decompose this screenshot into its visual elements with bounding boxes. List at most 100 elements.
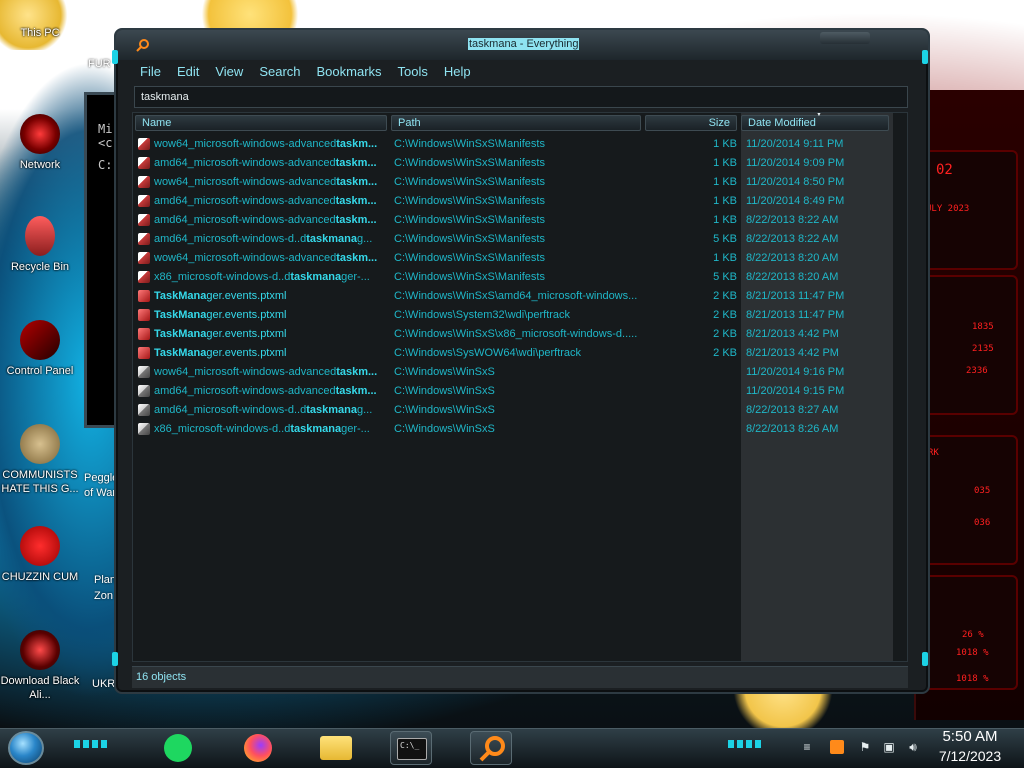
menu-file[interactable]: File <box>132 62 169 82</box>
result-name-match: taskm... <box>336 138 378 150</box>
network-icon <box>20 114 60 154</box>
menu-help[interactable]: Help <box>436 62 479 82</box>
action-center-flag-icon[interactable]: ⚑ <box>858 740 872 754</box>
alien-orb-icon <box>20 630 60 670</box>
menu-edit[interactable]: Edit <box>169 62 207 82</box>
result-name-match: taskm... <box>335 195 377 207</box>
result-path: C:\Windows\SysWOW64\wdi\perftrack <box>394 347 582 359</box>
menu-view[interactable]: View <box>207 62 251 82</box>
cmd-line: Mi <box>98 122 113 136</box>
result-date-modified: 8/22/2013 8:20 AM <box>746 271 839 283</box>
table-row[interactable]: TaskManager.events.ptxml C:\Windows\Syste… <box>133 306 893 325</box>
table-row[interactable]: amd64_microsoft-windows-advancedtaskm...… <box>133 192 893 211</box>
menu-bookmarks[interactable]: Bookmarks <box>309 62 390 82</box>
manifest-icon <box>138 195 150 207</box>
result-date-modified: 8/22/2013 8:26 AM <box>746 423 839 435</box>
table-row[interactable]: wow64_microsoft-windows-advancedtaskm...… <box>133 249 893 268</box>
result-path: C:\Windows\WinSxS <box>394 423 495 435</box>
result-name-match: taskmana <box>290 423 342 435</box>
desktop-icon-chuzzin[interactable]: CHUZZIN CUM <box>0 526 80 584</box>
rainmeter-widget-panel: 02 ULY 2023 1835 2135 2336 RK 035 036 26… <box>914 90 1024 720</box>
taskbar-accent <box>74 740 110 748</box>
column-header-size[interactable]: Size <box>645 115 737 131</box>
result-name: amd64_microsoft-windows-advancedtaskm... <box>154 157 386 169</box>
table-row[interactable]: x86_microsoft-windows-d..dtaskmanager-..… <box>133 268 893 287</box>
taskbar-everything[interactable] <box>470 731 512 765</box>
widget-value: 1018 % <box>956 674 989 684</box>
result-name-suffix: ger.events.ptxml <box>206 328 287 340</box>
table-row[interactable]: wow64_microsoft-windows-advancedtaskm...… <box>133 173 893 192</box>
desktop-icon-recycle-bin[interactable]: Recycle Bin <box>0 216 80 274</box>
everything-window[interactable]: taskmana - Everything File Edit View Sea… <box>112 28 930 694</box>
desktop-icon-control-panel[interactable]: Control Panel <box>0 320 80 378</box>
table-row[interactable]: amd64_microsoft-windows-advancedtaskm...… <box>133 211 893 230</box>
taskbar-firefox[interactable] <box>238 731 280 765</box>
menu-tools[interactable]: Tools <box>390 62 436 82</box>
table-row[interactable]: amd64_microsoft-windows-d..dtaskmanag...… <box>133 401 893 420</box>
status-object-count: 16 objects <box>136 671 187 683</box>
sort-descending-icon: ▼ <box>815 112 823 118</box>
desktop-icon-this-pc[interactable]: This PC <box>0 26 80 40</box>
ptxml-icon <box>138 290 150 302</box>
app-tray-icon[interactable] <box>830 740 844 754</box>
result-name: wow64_microsoft-windows-advancedtaskm... <box>154 138 386 150</box>
table-row[interactable]: TaskManager.events.ptxml C:\Windows\WinSx… <box>133 287 893 306</box>
result-name: TaskManager.events.ptxml <box>154 290 386 302</box>
result-name: x86_microsoft-windows-d..dtaskmanager-..… <box>154 271 386 283</box>
volume-icon[interactable]: 🔊︎ <box>906 740 920 754</box>
window-titlebar[interactable]: taskmana - Everything <box>116 30 928 60</box>
network-tray-icon[interactable]: ▣ <box>882 740 896 754</box>
taskbar-spotify[interactable] <box>158 731 200 765</box>
result-name-prefix: wow64_microsoft-windows-advanced <box>154 252 337 264</box>
desktop-icon-communists[interactable]: COMMUNISTS HATE THIS G... <box>0 424 80 496</box>
widget-value: 036 <box>974 518 991 528</box>
table-row[interactable]: wow64_microsoft-windows-advancedtaskm...… <box>133 363 893 382</box>
column-header-name[interactable]: Name <box>135 115 387 131</box>
desktop-icon-network[interactable]: Network <box>0 114 80 172</box>
show-hidden-icons-icon[interactable]: ≡ <box>800 740 814 754</box>
table-row[interactable]: amd64_microsoft-windows-advancedtaskm...… <box>133 154 893 173</box>
desktop-icon-ukr-partial[interactable]: UKR <box>92 678 115 690</box>
ptxml-icon <box>138 328 150 340</box>
table-row[interactable]: x86_microsoft-windows-d..dtaskmanager-..… <box>133 420 893 439</box>
network-label: Network <box>19 159 61 171</box>
column-header-path[interactable]: Path <box>391 115 641 131</box>
table-row[interactable]: TaskManager.events.ptxml C:\Windows\WinSx… <box>133 325 893 344</box>
table-row[interactable]: amd64_microsoft-windows-advancedtaskm...… <box>133 382 893 401</box>
menu-search[interactable]: Search <box>251 62 308 82</box>
result-size: 1 KB <box>713 157 737 169</box>
result-path: C:\Windows\WinSxS\Manifests <box>394 195 545 207</box>
result-name-prefix: wow64_microsoft-windows-advanced <box>154 138 337 150</box>
window-controls[interactable] <box>820 32 870 44</box>
start-button[interactable] <box>8 731 44 765</box>
taskbar-cmd[interactable]: C:\_ <box>390 731 432 765</box>
result-path: C:\Windows\WinSxS\Manifests <box>394 157 545 169</box>
results-list[interactable]: Name Path Size Date Modified ▼ wow64_mic… <box>132 112 908 662</box>
folder-icon <box>138 404 150 416</box>
desktop-icon-plants-partial[interactable]: Plan <box>94 574 116 586</box>
clock-date[interactable]: 7/12/2023 <box>930 748 1010 764</box>
desktop-icon-fur-partial[interactable]: FUR <box>88 58 111 70</box>
result-path: C:\Windows\WinSxS\Manifests <box>394 214 545 226</box>
desktop-icon-download-black[interactable]: Download Black Ali... <box>0 630 80 702</box>
result-path: C:\Windows\WinSxS\Manifests <box>394 271 545 283</box>
result-date-modified: 11/20/2014 9:09 PM <box>746 157 845 169</box>
result-path: C:\Windows\System32\wdi\perftrack <box>394 309 571 321</box>
money-bag-icon <box>20 424 60 464</box>
table-row[interactable]: amd64_microsoft-windows-d..dtaskmanag...… <box>133 230 893 249</box>
widget-month: ULY 2023 <box>926 204 970 214</box>
ptxml-icon <box>138 309 150 321</box>
result-name: TaskManager.events.ptxml <box>154 347 386 359</box>
search-input[interactable] <box>134 86 908 108</box>
manifest-icon <box>138 252 150 264</box>
result-size: 2 KB <box>713 290 737 302</box>
result-name: amd64_microsoft-windows-d..dtaskmanag... <box>154 404 386 416</box>
result-date-modified: 8/21/2013 11:47 PM <box>746 290 845 302</box>
taskbar-file-explorer[interactable] <box>316 731 358 765</box>
table-row[interactable]: TaskManager.events.ptxml C:\Windows\SysWO… <box>133 344 893 363</box>
manifest-icon <box>138 138 150 150</box>
table-row[interactable]: wow64_microsoft-windows-advancedtaskm...… <box>133 135 893 154</box>
clock-time[interactable]: 5:50 AM <box>930 728 1010 745</box>
manifest-icon <box>138 271 150 283</box>
frame-accent <box>112 652 118 666</box>
